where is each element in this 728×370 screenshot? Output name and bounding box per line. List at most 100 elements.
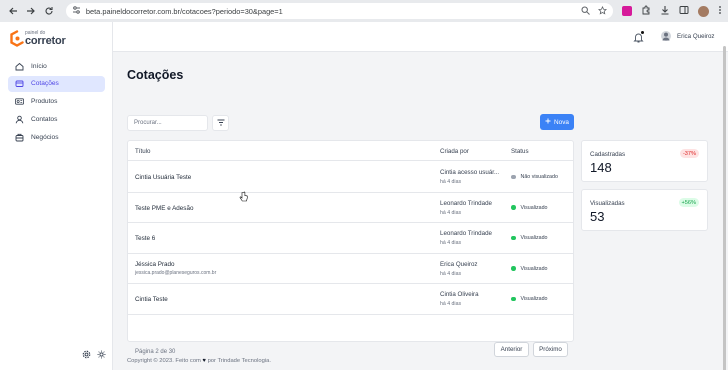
search-placeholder: Procurar... xyxy=(134,120,162,126)
scrollbar-thumb[interactable] xyxy=(723,46,726,370)
stat-label: Visualizadas xyxy=(590,200,625,207)
download-icon[interactable] xyxy=(660,5,670,17)
plus-icon xyxy=(545,118,551,126)
table-row[interactable]: Teste PME e Adesão Leonardo Trindade há … xyxy=(128,193,573,223)
sidebar-item-cotacoes[interactable]: Cotações xyxy=(8,75,105,92)
row-creator: Cintia acesso usuár... xyxy=(440,169,500,176)
stat-value: 53 xyxy=(590,209,605,224)
filter-icon xyxy=(217,119,225,128)
status-dot xyxy=(511,174,516,180)
user-name: Erica Queiroz xyxy=(677,32,715,40)
theme-sun-icon[interactable] xyxy=(97,350,106,361)
status-dot xyxy=(511,205,516,210)
back-icon[interactable] xyxy=(6,4,20,18)
sidebar-menu: Início Cotações Produtos Contatos Negóci… xyxy=(8,58,105,147)
status-badge: Visualizado xyxy=(511,266,548,272)
sidebar-item-contatos[interactable]: Contatos xyxy=(8,111,105,127)
row-created-ago: há 4 dias xyxy=(440,270,462,277)
row-title: Cintia Teste xyxy=(135,296,168,303)
filter-button[interactable] xyxy=(212,115,229,131)
row-title: Teste PME e Adesão xyxy=(135,204,194,212)
footer-prefix: Copyright © 2023. Feito com xyxy=(127,358,201,364)
row-created-ago: há 4 dias xyxy=(440,240,462,246)
table-row[interactable]: Cintia Usuária Teste Cintia acesso usuár… xyxy=(128,162,573,193)
table-row[interactable]: Teste 6 Leonardo Trindade há 4 dias Visu… xyxy=(128,223,573,254)
status-dot xyxy=(511,235,516,241)
column-header-title[interactable]: Título xyxy=(135,148,150,155)
stat-label: Cadastradas xyxy=(590,151,626,158)
url-text[interactable]: beta.paineldocorretor.com.br/cotacoes?pe… xyxy=(86,7,581,16)
address-bar[interactable]: beta.paineldocorretor.com.br/cotacoes?pe… xyxy=(65,3,613,19)
zoom-icon[interactable] xyxy=(581,6,590,17)
sidebar-item-label: Negócios xyxy=(31,133,59,141)
business-icon xyxy=(15,133,24,142)
products-icon xyxy=(15,97,24,106)
row-title: Cintia Usuária Teste xyxy=(135,174,192,181)
status-dot xyxy=(511,296,516,302)
notification-dot xyxy=(641,31,644,34)
row-creator: Leonardo Trindade xyxy=(440,230,492,237)
site-settings-icon[interactable] xyxy=(72,6,81,16)
status-text: Visualizado xyxy=(520,204,548,211)
column-header-status[interactable]: Status xyxy=(511,148,529,155)
status-dot xyxy=(511,266,516,271)
forward-icon[interactable] xyxy=(24,4,38,18)
table-row[interactable]: Cintia Teste Cintia Oliveira há 4 dias V… xyxy=(128,284,573,315)
row-creator: Cintia Oliveira xyxy=(440,291,479,298)
next-page-button[interactable]: Próximo xyxy=(533,342,568,357)
status-badge: Visualizado xyxy=(511,296,548,302)
status-text: Não visualizado xyxy=(520,174,558,180)
mouse-pointer-icon xyxy=(239,191,248,204)
sidebar-item-produtos[interactable]: Produtos xyxy=(8,94,105,110)
footer-copyright: Copyright © 2023. Feito com ♥ por Trinda… xyxy=(127,358,271,364)
settings-gear-icon[interactable] xyxy=(82,350,91,361)
sidepanel-icon[interactable] xyxy=(679,5,689,17)
quotes-icon xyxy=(15,79,24,88)
page-title: Cotações xyxy=(127,68,184,82)
reload-icon[interactable] xyxy=(42,4,56,18)
extension-icon[interactable] xyxy=(621,6,632,16)
bookmark-star-icon[interactable] xyxy=(597,5,608,17)
table-row[interactable]: Jéssica Prado jessica.prado@planeseguros… xyxy=(128,254,573,284)
status-badge: Visualizado xyxy=(511,205,548,211)
logo[interactable]: painel do corretor xyxy=(10,30,66,47)
stat-change-badge: +56% xyxy=(678,198,699,207)
sidebar-item-label: Início xyxy=(31,62,47,70)
column-header-created-by[interactable]: Criada por xyxy=(440,148,469,155)
top-header: Erica Queiroz xyxy=(113,22,728,52)
home-icon xyxy=(15,62,24,71)
sidebar-item-inicio[interactable]: Início xyxy=(8,58,105,74)
previous-button-label: Anterior xyxy=(500,346,523,353)
row-creator: Erica Queiroz xyxy=(440,260,478,268)
status-text: Visualizado xyxy=(520,296,548,302)
new-quote-button[interactable]: Nova xyxy=(540,114,574,130)
footer-suffix: por Trindade Tecnologia. xyxy=(207,358,271,364)
status-badge: Visualizado xyxy=(511,235,548,241)
row-creator: Leonardo Trindade xyxy=(440,199,492,207)
browser-toolbar: beta.paineldocorretor.com.br/cotacoes?pe… xyxy=(0,0,728,22)
row-created-ago: há 4 dias xyxy=(440,301,462,307)
row-email: jessica.prado@planeseguros.com.br xyxy=(135,270,217,276)
logo-big-text: corretor xyxy=(25,34,66,47)
more-menu-icon[interactable] xyxy=(718,5,722,17)
previous-page-button[interactable]: Anterior xyxy=(494,342,529,357)
user-menu[interactable]: Erica Queiroz xyxy=(661,31,714,41)
search-input[interactable]: Procurar... xyxy=(127,115,208,131)
notification-bell-icon[interactable] xyxy=(633,31,644,45)
pagination-info: Página 2 de 30 xyxy=(135,349,176,355)
profile-avatar[interactable] xyxy=(697,5,709,17)
stat-card-cadastradas: Cadastradas 148 -37% xyxy=(581,140,708,182)
page-scrollbar[interactable] xyxy=(722,46,727,370)
status-text: Visualizado xyxy=(520,235,548,241)
row-title: Jéssica Prado xyxy=(135,260,175,268)
status-badge: Não visualizado xyxy=(511,174,558,180)
sidebar-item-negocios[interactable]: Negócios xyxy=(8,129,105,145)
sidebar-item-label: Contatos xyxy=(31,115,58,123)
stat-card-visualizadas: Visualizadas 53 +56% xyxy=(581,189,708,231)
sidebar-item-label: Cotações xyxy=(31,80,59,88)
new-button-label: Nova xyxy=(554,118,569,126)
heart-icon: ♥ xyxy=(202,358,206,364)
extensions-puzzle-icon[interactable] xyxy=(641,5,651,17)
contacts-icon xyxy=(15,115,24,124)
sidebar-item-label: Produtos xyxy=(31,98,58,106)
